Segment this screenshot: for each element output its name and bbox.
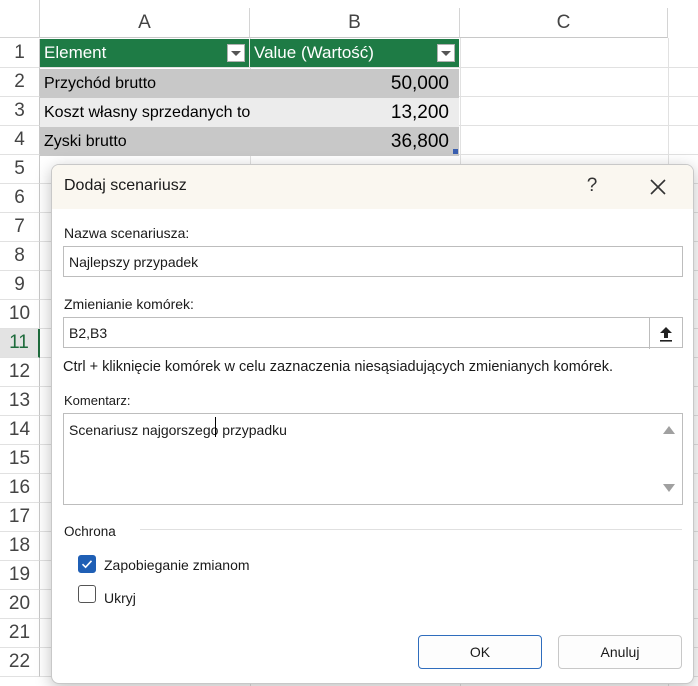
collapse-dialog-button[interactable] <box>649 318 682 349</box>
protection-group-label: Ochrona <box>64 524 116 539</box>
table-cell[interactable]: 50,000 <box>250 69 459 98</box>
row-header-3[interactable]: 3 <box>0 97 40 126</box>
dialog-titlebar[interactable]: Dodaj scenariusz ? <box>52 165 693 209</box>
prevent-changes-checkbox[interactable] <box>78 555 96 573</box>
row-header-14[interactable]: 14 <box>0 416 40 445</box>
row-header-11[interactable]: 11 <box>0 329 40 358</box>
table-header-element-label: Element <box>44 43 107 62</box>
scenario-name-value: Najlepszy przypadek <box>69 253 199 270</box>
cancel-button[interactable]: Anuluj <box>558 635 682 669</box>
row-header-1[interactable]: 1 <box>0 39 40 68</box>
comment-label: Komentarz: <box>64 393 131 408</box>
row-header-5[interactable]: 5 <box>0 155 40 184</box>
table-cell[interactable]: 13,200 <box>250 98 459 127</box>
row-header-22[interactable]: 22 <box>0 648 40 677</box>
row-header-8[interactable]: 8 <box>0 242 40 271</box>
ok-button[interactable]: OK <box>418 635 542 669</box>
table-cell[interactable]: Koszt własny sprzedanych towarów <box>40 98 297 127</box>
row-header-16[interactable]: 16 <box>0 474 40 503</box>
table-resize-handle[interactable] <box>453 149 458 154</box>
row-header-12[interactable]: 12 <box>0 358 40 387</box>
row-header-6[interactable]: 6 <box>0 184 40 213</box>
row-header-19[interactable]: 19 <box>0 561 40 590</box>
upload-arrow-icon <box>660 326 672 342</box>
prevent-changes-label[interactable]: Zapobieganie zmianom <box>104 557 250 573</box>
hide-checkbox[interactable] <box>78 585 96 603</box>
scroll-up-icon[interactable] <box>663 426 675 434</box>
help-button[interactable]: ? <box>580 173 604 199</box>
row-gridline <box>40 67 698 68</box>
dialog-title: Dodaj scenariusz <box>64 177 187 194</box>
protection-group-divider <box>140 529 682 530</box>
comment-textarea[interactable]: Scenariusz najgorszego przypadku <box>63 413 683 505</box>
row-header-15[interactable]: 15 <box>0 445 40 474</box>
scenario-name-input[interactable]: Najlepszy przypadek <box>63 246 683 277</box>
close-button[interactable] <box>644 173 672 201</box>
comment-value: Scenariusz najgorszego przypadku <box>69 422 287 438</box>
row-header-21[interactable]: 21 <box>0 619 40 648</box>
row-header-13[interactable]: 13 <box>0 387 40 416</box>
row-header-2[interactable]: 2 <box>0 68 40 97</box>
row-header-7[interactable]: 7 <box>0 213 40 242</box>
hide-label[interactable]: Ukryj <box>104 590 136 606</box>
table-cell[interactable]: 36,800 <box>250 127 459 156</box>
changing-cells-hint: Ctrl + kliknięcie komórek w celu zaznacz… <box>63 359 614 375</box>
row-header-9[interactable]: 9 <box>0 271 40 300</box>
changing-cells-label: Zmienianie komórek: <box>64 296 194 312</box>
row-header-17[interactable]: 17 <box>0 503 40 532</box>
column-header-a[interactable]: A <box>40 8 250 38</box>
row-header-4[interactable]: 4 <box>0 126 40 155</box>
table-header-value-label: Value (Wartość) <box>254 43 374 62</box>
table-header-value[interactable]: Value (Wartość) <box>250 39 459 67</box>
scroll-down-icon[interactable] <box>663 484 675 492</box>
close-icon <box>650 179 666 195</box>
table-header-element[interactable]: Element <box>40 39 250 67</box>
row-header-18[interactable]: 18 <box>0 532 40 561</box>
table-cell[interactable]: Przychód brutto <box>40 69 250 98</box>
row-header-10[interactable]: 10 <box>0 300 40 329</box>
select-all-corner[interactable] <box>0 0 40 38</box>
row-header-20[interactable]: 20 <box>0 590 40 619</box>
scenario-name-label: Nazwa scenariusza: <box>64 225 190 241</box>
column-header-b[interactable]: B <box>250 8 460 38</box>
changing-cells-value: B2,B3 <box>69 324 108 341</box>
filter-dropdown-button[interactable] <box>227 44 245 62</box>
text-caret <box>215 417 216 437</box>
filter-dropdown-button[interactable] <box>437 44 455 62</box>
checkmark-icon <box>81 560 93 569</box>
comment-scrollbar[interactable] <box>656 414 682 504</box>
table-cell[interactable]: Zyski brutto <box>40 127 250 156</box>
column-header-c[interactable]: C <box>460 8 668 38</box>
add-scenario-dialog: Dodaj scenariusz ? Nazwa scenariusza: Na… <box>51 164 694 684</box>
changing-cells-input[interactable]: B2,B3 <box>63 317 683 349</box>
